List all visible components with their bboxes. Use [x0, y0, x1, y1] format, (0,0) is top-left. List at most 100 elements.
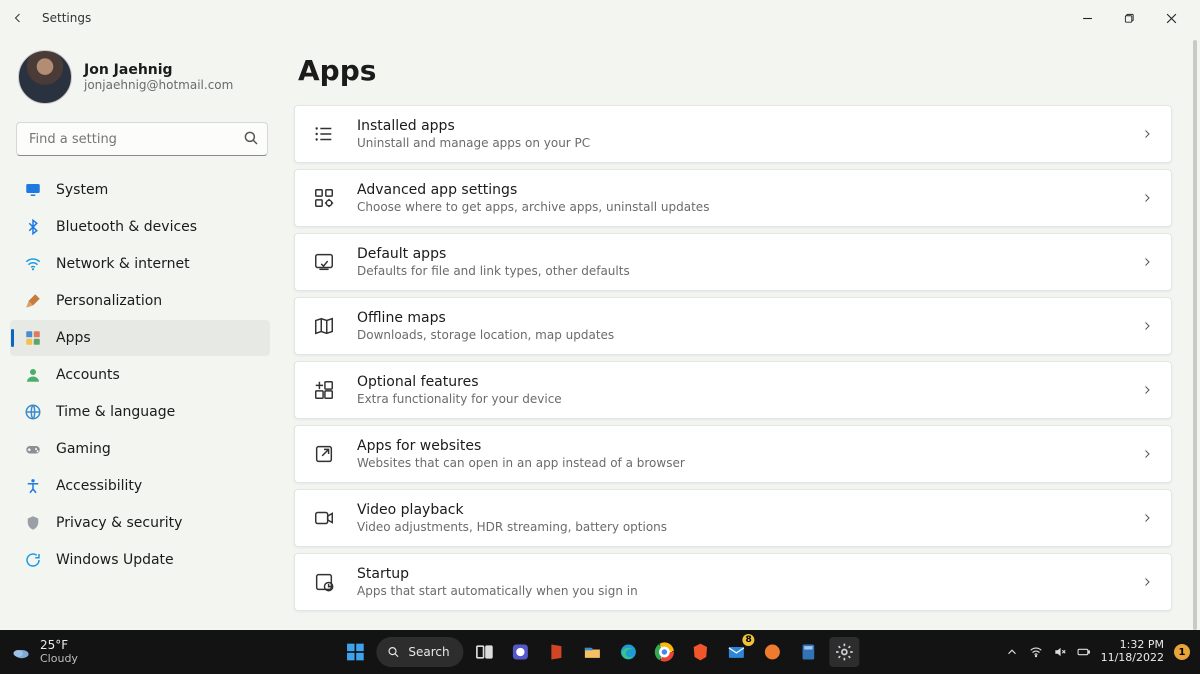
sidebar-item-label: Time & language: [56, 404, 175, 420]
chevron-up-icon: [1005, 645, 1019, 659]
chevron-right-icon: [1141, 573, 1153, 592]
card-subtitle: Downloads, storage location, map updates: [357, 328, 614, 342]
sidebar-item-gaming[interactable]: Gaming: [10, 431, 270, 467]
settings-card-advanced[interactable]: Advanced app settings Choose where to ge…: [294, 169, 1172, 227]
mail-badge: 8: [743, 634, 755, 646]
card-subtitle: Defaults for file and link types, other …: [357, 264, 630, 278]
sidebar-item-label: Gaming: [56, 441, 111, 457]
search-icon: [386, 645, 400, 659]
taskbar-app-settings[interactable]: [830, 637, 860, 667]
card-subtitle: Uninstall and manage apps on your PC: [357, 136, 590, 150]
battery-icon: [1077, 645, 1091, 659]
back-button[interactable]: [8, 8, 28, 28]
defaults-icon: [313, 251, 335, 273]
taskbar-app-office[interactable]: [542, 637, 572, 667]
sidebar-item-label: Network & internet: [56, 256, 190, 272]
sidebar-item-accounts[interactable]: Accounts: [10, 357, 270, 393]
window-maximize-button[interactable]: [1108, 4, 1150, 32]
refresh-icon: [24, 551, 42, 569]
notification-badge[interactable]: 1: [1174, 644, 1190, 660]
taskbar-search-label: Search: [408, 645, 449, 659]
taskbar-app-teams[interactable]: [506, 637, 536, 667]
sidebar-item-personalization[interactable]: Personalization: [10, 283, 270, 319]
settings-card-websites[interactable]: Apps for websites Websites that can open…: [294, 425, 1172, 483]
search-input[interactable]: [16, 122, 268, 156]
sidebar-item-label: Windows Update: [56, 552, 174, 568]
scrollbar[interactable]: [1193, 40, 1197, 630]
card-subtitle: Choose where to get apps, archive apps, …: [357, 200, 709, 214]
sidebar-item-label: Personalization: [56, 293, 162, 309]
weather-condition: Cloudy: [40, 653, 78, 665]
sidebar-item-update[interactable]: Windows Update: [10, 542, 270, 578]
card-title: Offline maps: [357, 310, 614, 326]
chevron-right-icon: [1141, 125, 1153, 144]
clock-date: 11/18/2022: [1101, 652, 1164, 665]
taskbar-clock[interactable]: 1:32 PM 11/18/2022: [1101, 639, 1164, 664]
monitor-icon: [24, 181, 42, 199]
shield-icon: [24, 514, 42, 532]
weather-temp: 25°F: [40, 639, 78, 652]
sidebar-item-system[interactable]: System: [10, 172, 270, 208]
gamepad-icon: [24, 440, 42, 458]
page-title: Apps: [298, 54, 1180, 87]
system-tray[interactable]: [1005, 645, 1091, 659]
profile-name: Jon Jaehnig: [84, 62, 233, 78]
sidebar-item-label: Apps: [56, 330, 91, 346]
settings-card-optional[interactable]: Optional features Extra functionality fo…: [294, 361, 1172, 419]
brush-icon: [24, 292, 42, 310]
chevron-right-icon: [1141, 381, 1153, 400]
taskbar-app-chrome[interactable]: [650, 637, 680, 667]
sidebar-item-privacy[interactable]: Privacy & security: [10, 505, 270, 541]
sidebar-item-bluetooth[interactable]: Bluetooth & devices: [10, 209, 270, 245]
avatar: [18, 50, 72, 104]
sidebar-item-label: Accessibility: [56, 478, 142, 494]
main-panel: Apps Installed apps Uninstall and manage…: [280, 36, 1200, 630]
card-subtitle: Websites that can open in an app instead…: [357, 456, 685, 470]
window-minimize-button[interactable]: [1066, 4, 1108, 32]
card-title: Apps for websites: [357, 438, 685, 454]
taskbar-app-brave[interactable]: [686, 637, 716, 667]
taskbar-app-calculator[interactable]: [794, 637, 824, 667]
start-button[interactable]: [340, 637, 370, 667]
sidebar: Jon Jaehnig jonjaehnig@hotmail.com Syste…: [0, 36, 280, 630]
map-icon: [313, 315, 335, 337]
window-close-button[interactable]: [1150, 4, 1192, 32]
sidebar-item-time[interactable]: Time & language: [10, 394, 270, 430]
chevron-right-icon: [1141, 317, 1153, 336]
profile-block[interactable]: Jon Jaehnig jonjaehnig@hotmail.com: [14, 46, 270, 122]
gridgear-icon: [313, 187, 335, 209]
settings-card-installed[interactable]: Installed apps Uninstall and manage apps…: [294, 105, 1172, 163]
settings-card-list: Installed apps Uninstall and manage apps…: [294, 105, 1180, 611]
taskbar: 25°F Cloudy Search 8: [0, 630, 1200, 674]
settings-card-video[interactable]: Video playback Video adjustments, HDR st…: [294, 489, 1172, 547]
settings-card-offline[interactable]: Offline maps Downloads, storage location…: [294, 297, 1172, 355]
task-view-button[interactable]: [470, 637, 500, 667]
taskbar-search[interactable]: Search: [376, 637, 463, 667]
titlebar: Settings: [0, 0, 1200, 36]
sidebar-item-network[interactable]: Network & internet: [10, 246, 270, 282]
openext-icon: [313, 443, 335, 465]
sidebar-item-accessibility[interactable]: Accessibility: [10, 468, 270, 504]
taskbar-app-mail[interactable]: 8: [722, 637, 752, 667]
card-title: Startup: [357, 566, 638, 582]
taskbar-app-generic-1[interactable]: [758, 637, 788, 667]
plusgrid-icon: [313, 379, 335, 401]
person-icon: [24, 366, 42, 384]
video-icon: [313, 507, 335, 529]
app-title: Settings: [42, 11, 91, 25]
card-title: Default apps: [357, 246, 630, 262]
wifi-icon: [1029, 645, 1043, 659]
card-subtitle: Extra functionality for your device: [357, 392, 562, 406]
taskbar-app-edge[interactable]: [614, 637, 644, 667]
search-field[interactable]: [16, 122, 268, 156]
globe-icon: [24, 403, 42, 421]
settings-card-startup[interactable]: Startup Apps that start automatically wh…: [294, 553, 1172, 611]
taskbar-weather[interactable]: 25°F Cloudy: [10, 639, 78, 664]
taskbar-app-explorer[interactable]: [578, 637, 608, 667]
profile-email: jonjaehnig@hotmail.com: [84, 78, 233, 92]
settings-card-default[interactable]: Default apps Defaults for file and link …: [294, 233, 1172, 291]
wifi-icon: [24, 255, 42, 273]
list-icon: [313, 123, 335, 145]
sidebar-item-apps[interactable]: Apps: [10, 320, 270, 356]
sidebar-nav: System Bluetooth & devices Network & int…: [10, 172, 270, 578]
